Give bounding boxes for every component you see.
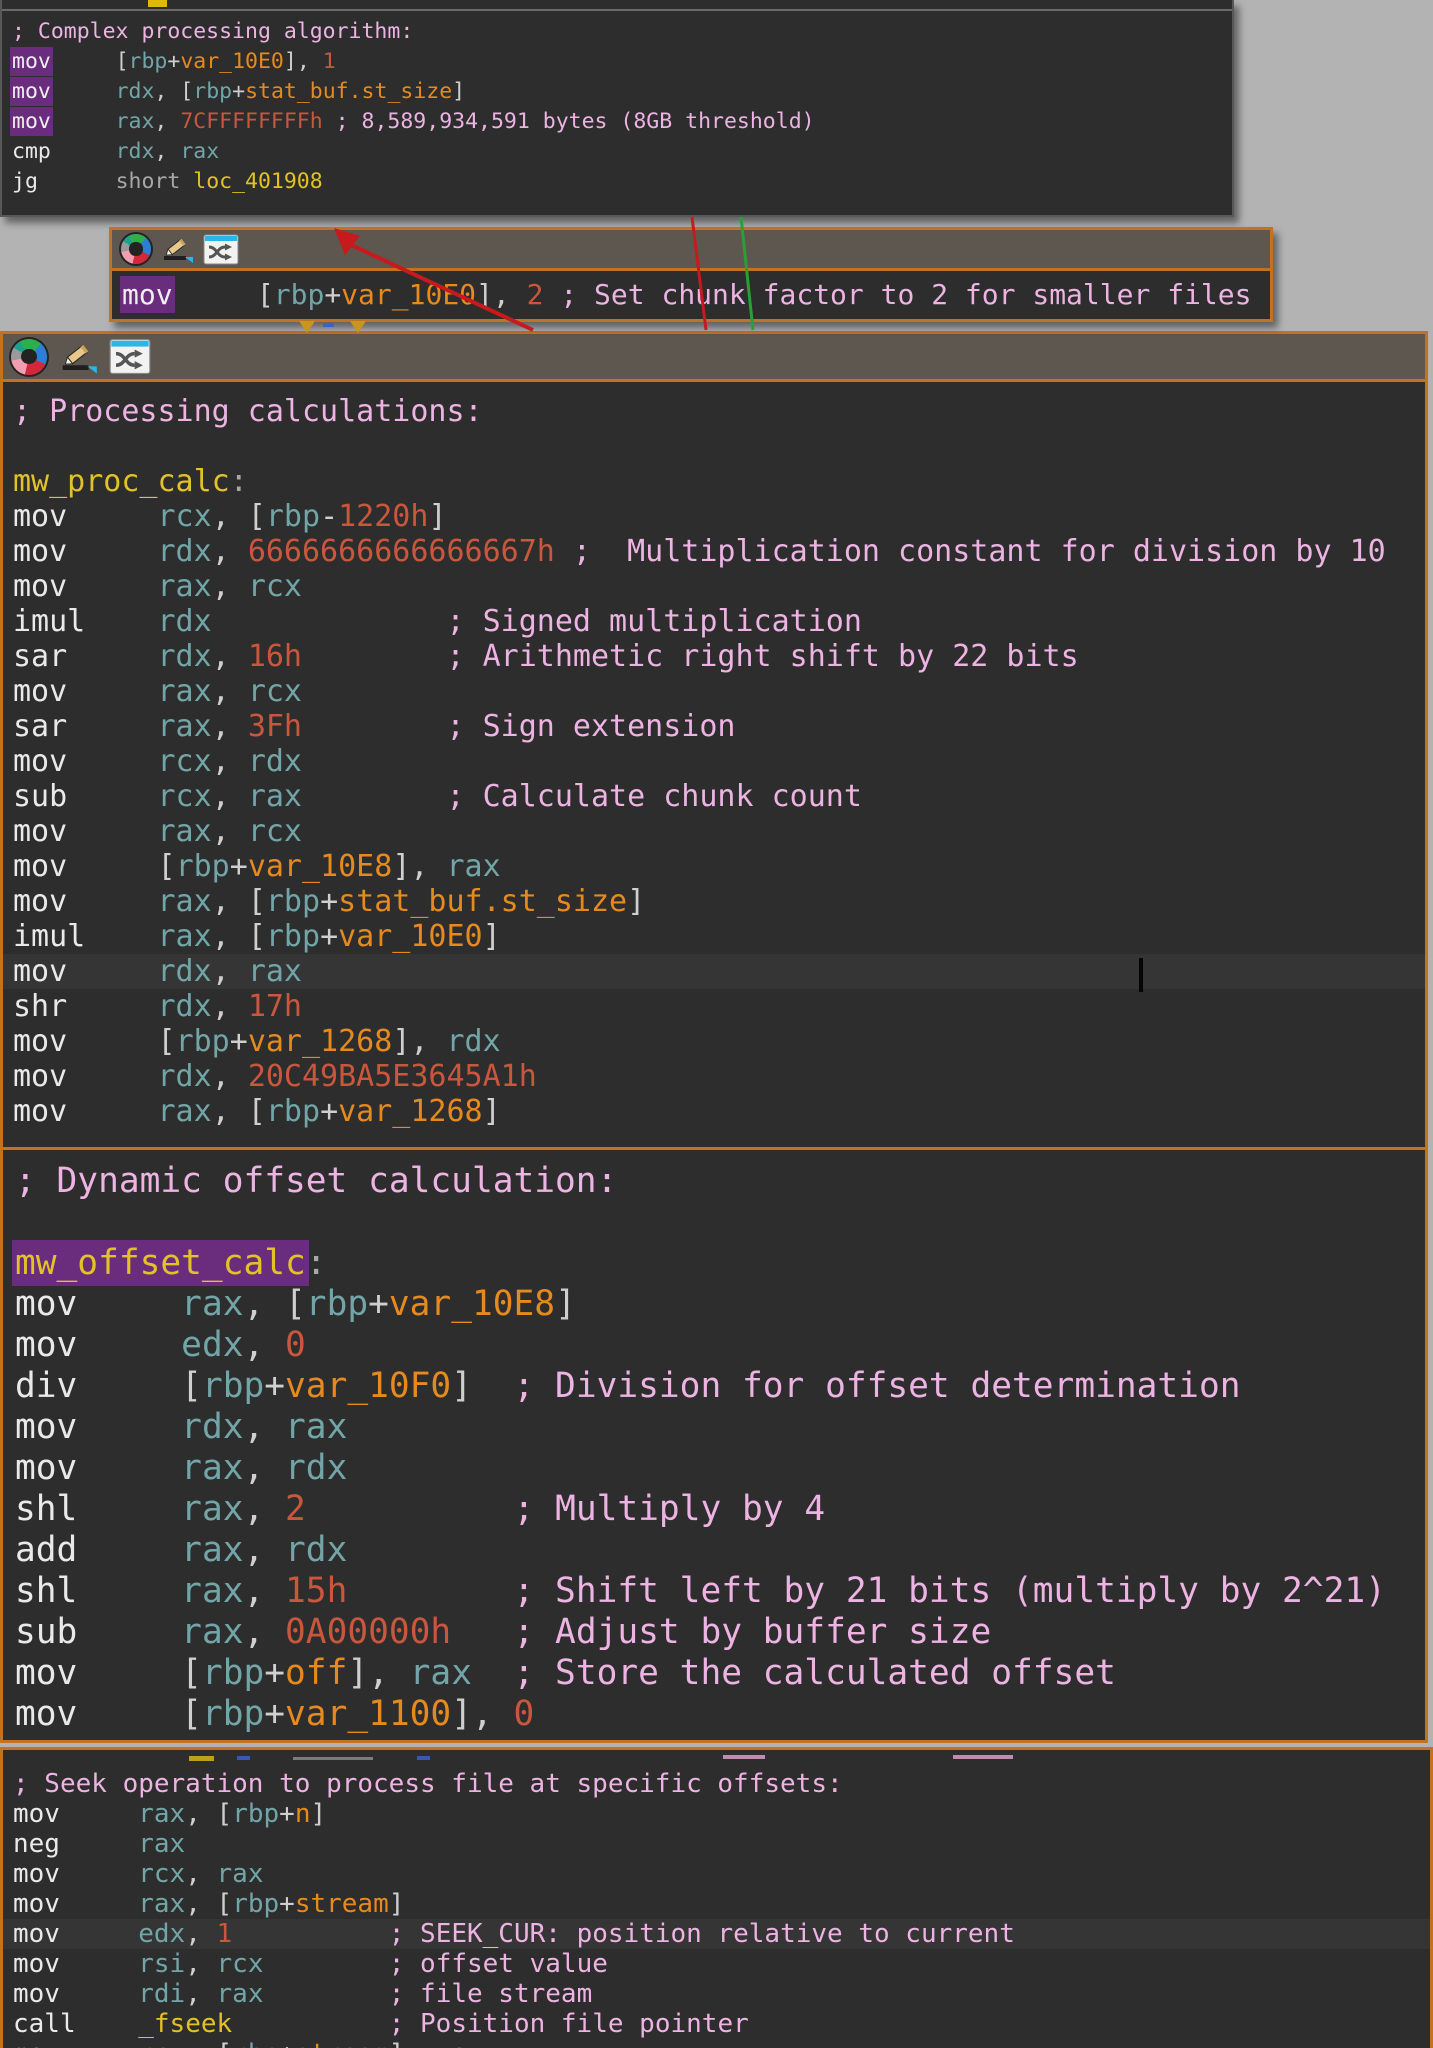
- asm-line[interactable]: mov rdx, rax: [3, 1407, 1425, 1448]
- asm-line[interactable]: cmp rdx, rax: [2, 137, 1232, 167]
- graph-node-mw-proc-calc[interactable]: ; Processing calculations:mw_proc_calc:m…: [0, 331, 1428, 1147]
- asm-line[interactable]: mov rax, [rbp+stream]: [3, 1889, 1430, 1919]
- clipped-text-fragment: [723, 1755, 765, 1759]
- asm-line[interactable]: add rax, rdx: [3, 1530, 1425, 1571]
- asm-line[interactable]: mov rdx, 6666666666666667h ; Multiplicat…: [3, 534, 1425, 569]
- asm-line[interactable]: shl rax, 2 ; Multiply by 4: [3, 1489, 1425, 1530]
- clipped-text-fragment: [293, 1757, 373, 1760]
- clipped-text-fragment: [953, 1755, 1013, 1759]
- asm-line[interactable]: mov [rbp+var_1268], rdx: [3, 1024, 1425, 1059]
- asm-line[interactable]: shl rax, 15h ; Shift left by 21 bits (mu…: [3, 1571, 1425, 1612]
- asm-line[interactable]: jg short loc_401908: [2, 167, 1232, 197]
- clipped-text-fragment: [417, 1756, 430, 1760]
- clipped-line-remnant: [3, 1750, 1430, 1767]
- asm-line[interactable]: [3, 1202, 1425, 1243]
- asm-line[interactable]: mov edx, 0: [3, 1325, 1425, 1366]
- shuffle-icon[interactable]: [109, 338, 151, 375]
- graph-node-mw-offset-calc[interactable]: ; Dynamic offset calculation: mw_offset_c…: [0, 1147, 1428, 1743]
- asm-line[interactable]: sar rdx, 16h ; Arithmetic right shift by…: [3, 639, 1425, 674]
- color-wheel-icon[interactable]: [121, 234, 151, 264]
- clipped-block-above: [2, 0, 1232, 11]
- asm-line[interactable]: sub rax, 0A00000h ; Adjust by buffer siz…: [3, 1612, 1425, 1653]
- asm-line[interactable]: mov rax, [rbp+n]: [3, 1799, 1430, 1829]
- asm-line[interactable]: mov rax, [rbp+stat_buf.st_size]: [3, 884, 1425, 919]
- asm-line[interactable]: mw_offset_calc:: [3, 1243, 1425, 1284]
- asm-line[interactable]: neg rax: [3, 1829, 1430, 1859]
- asm-line[interactable]: mov rdx, [rbp+stat_buf.st_size]: [2, 77, 1232, 107]
- asm-line[interactable]: [3, 429, 1425, 464]
- graph-node-complex-processing[interactable]: ; Complex processing algorithm:mov [rbp+…: [0, 0, 1234, 217]
- asm-line[interactable]: mov [rbp+var_10E0], 1: [2, 47, 1232, 77]
- asm-line[interactable]: ; Complex processing algorithm:: [2, 17, 1232, 47]
- asm-line[interactable]: mov [rbp+var_10E8], rax: [3, 849, 1425, 884]
- disassembly-graph-canvas[interactable]: ; Complex processing algorithm:mov [rbp+…: [0, 0, 1433, 2048]
- asm-line[interactable]: mov rsi, rcx ; offset value: [3, 1949, 1430, 1979]
- asm-line[interactable]: mov edx, 1 ; SEEK_CUR: position relative…: [3, 1919, 1430, 1949]
- asm-line[interactable]: ; Dynamic offset calculation:: [3, 1161, 1425, 1202]
- asm-line[interactable]: ; Processing calculations:: [3, 394, 1425, 429]
- asm-line[interactable]: shr rdx, 17h: [3, 989, 1425, 1024]
- edit-icon[interactable]: [58, 339, 98, 375]
- clipped-text-fragment: [237, 1756, 250, 1760]
- asm-line[interactable]: mov rcx, [rbp+stream] ; s: [3, 2039, 1430, 2048]
- asm-line[interactable]: mov rax, rcx: [3, 674, 1425, 709]
- asm-line[interactable]: div [rbp+var_10F0] ; Division for offset…: [3, 1366, 1425, 1407]
- asm-line[interactable]: call _fseek ; Position file pointer: [3, 2009, 1430, 2039]
- asm-line[interactable]: mov rdx, rax: [3, 954, 1425, 989]
- asm-line[interactable]: mov rax, rcx: [3, 814, 1425, 849]
- asm-line[interactable]: mov rcx, rdx: [3, 744, 1425, 779]
- asm-line[interactable]: sar rax, 3Fh ; Sign extension: [3, 709, 1425, 744]
- asm-line[interactable]: mw_proc_calc:: [3, 464, 1425, 499]
- clipped-label-remnant: [148, 0, 167, 7]
- node-header: [112, 230, 1270, 271]
- asm-line[interactable]: mov rdx, 20C49BA5E3645A1h: [3, 1059, 1425, 1094]
- asm-line[interactable]: imul rdx ; Signed multiplication: [3, 604, 1425, 639]
- asm-line[interactable]: imul rax, [rbp+var_10E0]: [3, 919, 1425, 954]
- shuffle-icon[interactable]: [203, 234, 239, 265]
- asm-line[interactable]: mov [rbp+off], rax ; Store the calculate…: [3, 1653, 1425, 1694]
- asm-line[interactable]: mov rax, [rbp+var_1268]: [3, 1094, 1425, 1129]
- asm-line[interactable]: mov [rbp+var_1100], 0: [3, 1694, 1425, 1735]
- color-wheel-icon[interactable]: [11, 339, 47, 375]
- asm-line[interactable]: mov rax, rdx: [3, 1448, 1425, 1489]
- edit-icon[interactable]: [160, 234, 194, 264]
- asm-line[interactable]: mov rcx, rax: [3, 1859, 1430, 1889]
- text-caret: [1139, 958, 1143, 992]
- asm-line[interactable]: mov rcx, [rbp-1220h]: [3, 499, 1425, 534]
- graph-node-chunk-factor[interactable]: mov [rbp+var_10E0], 2 ; Set chunk factor…: [109, 227, 1273, 322]
- asm-line[interactable]: mov rdi, rax ; file stream: [3, 1979, 1430, 2009]
- graph-node-seek-operation[interactable]: ; Seek operation to process file at spec…: [0, 1747, 1433, 2048]
- asm-line[interactable]: mov rax, 7CFFFFFFFFh ; 8,589,934,591 byt…: [2, 107, 1232, 137]
- asm-line[interactable]: ; Seek operation to process file at spec…: [3, 1769, 1430, 1799]
- asm-line[interactable]: mov rax, [rbp+var_10E8]: [3, 1284, 1425, 1325]
- clipped-text-fragment: [189, 1756, 214, 1761]
- asm-line[interactable]: sub rcx, rax ; Calculate chunk count: [3, 779, 1425, 814]
- edge-blue-dash: [323, 323, 334, 327]
- node-header: [3, 334, 1425, 382]
- asm-line[interactable]: mov rax, rcx: [3, 569, 1425, 604]
- asm-line[interactable]: mov [rbp+var_10E0], 2 ; Set chunk factor…: [112, 271, 1270, 319]
